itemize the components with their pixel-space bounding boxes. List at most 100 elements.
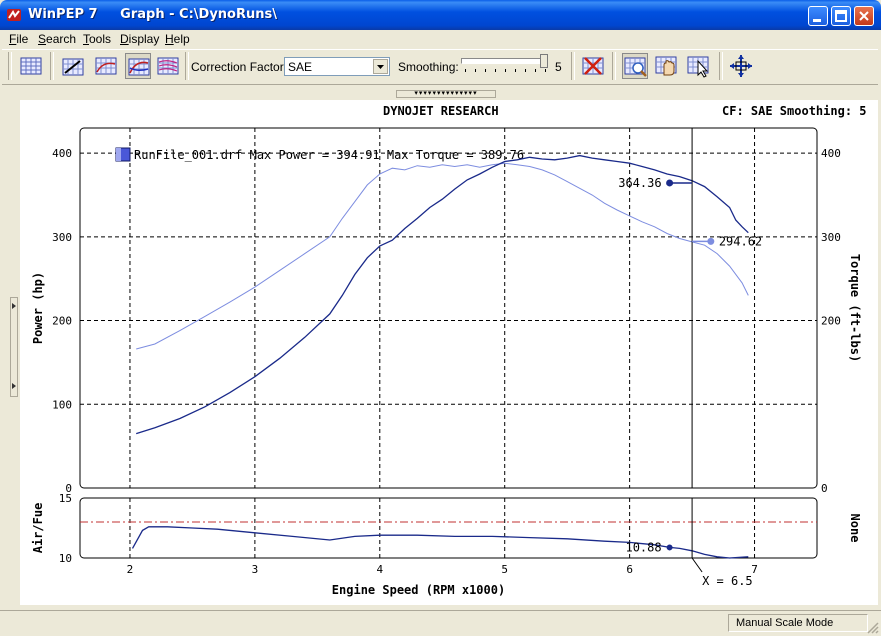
status-pane-mode: Manual Scale Mode: [728, 614, 868, 632]
dyno-chart[interactable]: 0100200300400020030040010152 3 4 5 6 7Power (…: [20, 100, 878, 605]
splitter-arrows-icon: [12, 303, 16, 389]
toolbar-grip[interactable]: [8, 52, 12, 80]
crosshair-icon: [730, 55, 752, 77]
menu-help-rest: elp: [173, 32, 190, 46]
menu-tools[interactable]: Tools: [83, 32, 111, 46]
maximize-button[interactable]: [831, 6, 851, 26]
legend-text: RunFile_001.drf Max Power = 394.91 Max T…: [134, 148, 524, 162]
status-bar: Manual Scale Mode: [0, 610, 881, 636]
menu-search-accel: S: [38, 32, 47, 46]
graph-multi-icon: [157, 57, 179, 75]
single-graph-button[interactable]: [93, 53, 119, 79]
correction-factor-value: SAE: [288, 60, 313, 74]
menu-search[interactable]: Search: [38, 32, 76, 46]
minimize-icon: [813, 19, 821, 22]
power-marker-label: 364.36: [618, 176, 661, 190]
afr-y-tick-label: 15: [59, 492, 72, 505]
smoothing-value: 5: [555, 60, 562, 74]
menu-tools-rest: ools: [89, 32, 112, 46]
menu-file[interactable]: File: [9, 32, 28, 46]
toolbar-separator: [185, 52, 189, 80]
menu-bar: File Search Tools Display Help: [0, 30, 881, 49]
slider-tick: [495, 69, 496, 72]
cursor-label-leader: [691, 557, 703, 573]
afr-y2-axis-label: None: [848, 514, 862, 543]
chevron-down-icon: [377, 65, 384, 69]
afr-marker: [666, 544, 673, 551]
y-tick-label: 100: [52, 398, 72, 411]
y-axis-label: Power (hp): [31, 272, 45, 344]
cursor-select-button[interactable]: [686, 53, 712, 79]
dropdown-arrow-button[interactable]: [373, 59, 388, 74]
menu-display-rest: isplay: [128, 32, 160, 46]
hand-icon: [655, 56, 677, 76]
graph-line-icon: [95, 57, 117, 75]
slider-tick: [525, 69, 526, 72]
y2-tick-label: 400: [821, 147, 841, 160]
toolbar-separator: [719, 52, 723, 80]
y2-tick-label: 300: [821, 231, 841, 244]
toolbar-separator: [50, 52, 54, 80]
toolbar: Correction Factor: SAE Smoothing: 5: [2, 49, 878, 85]
cursor-label: X = 6.5: [702, 574, 753, 588]
afr-y-tick-label: 10: [59, 552, 72, 565]
toolbar-separator: [571, 52, 575, 80]
menu-display-accel: D: [120, 32, 129, 46]
toolbar-collapse-tab[interactable]: ▾▾▾▾▾▾▾▾▾▾▾▾▾▾: [396, 90, 496, 98]
slider-tick: [505, 69, 506, 72]
delete-graph-icon: [582, 57, 604, 75]
resize-grip-icon[interactable]: [865, 620, 879, 634]
overlay-graph-button[interactable]: [125, 53, 151, 79]
multi-graph-button[interactable]: [155, 53, 181, 79]
correction-factor-label: Correction Factor:: [191, 60, 288, 74]
menu-display[interactable]: Display: [120, 32, 159, 46]
legend-swatch-highlight: [116, 148, 121, 161]
window-title: WinPEP 7 Graph - C:\DynoRuns\: [28, 7, 277, 22]
pan-button[interactable]: [654, 53, 680, 79]
scale-graph-button[interactable]: [60, 53, 86, 79]
left-panel-splitter[interactable]: [10, 297, 18, 397]
toolbar-separator: [612, 52, 616, 80]
correction-factor-select[interactable]: SAE: [284, 57, 390, 76]
slider-tick: [465, 69, 466, 72]
graph-area[interactable]: DYNOJET RESEARCH CF: SAE Smoothing: 5 01…: [20, 100, 878, 605]
slider-tick: [515, 69, 516, 72]
grid-icon: [20, 57, 42, 75]
y2-tick-label: 200: [821, 315, 841, 328]
scale-mode-status: Manual Scale Mode: [736, 617, 834, 629]
smoothing-label: Smoothing:: [398, 60, 459, 74]
slider-tick: [485, 69, 486, 72]
graph-overlay-icon: [128, 58, 150, 76]
y2-axis-label: Torque (ft-lbs): [848, 254, 862, 362]
menu-file-rest: ile: [16, 32, 29, 46]
zoom-icon: [624, 57, 647, 77]
menu-help-accel: H: [165, 32, 174, 46]
y-tick-label: 400: [52, 147, 72, 160]
torque-marker-label: 294.62: [719, 234, 762, 248]
close-button[interactable]: [854, 6, 874, 26]
delete-graph-button[interactable]: [580, 53, 606, 79]
x-tick-label: 5: [501, 563, 508, 576]
minimize-button[interactable]: [808, 6, 828, 26]
x-axis-label: Engine Speed (RPM x1000): [332, 583, 505, 597]
afr-marker-label: 10.88: [625, 540, 661, 554]
crosshair-button[interactable]: [728, 53, 754, 79]
y-tick-label: 200: [52, 315, 72, 328]
menu-search-rest: earch: [46, 32, 77, 46]
maximize-icon: [835, 10, 847, 22]
y-tick-label: 300: [52, 231, 72, 244]
zoom-button[interactable]: [622, 53, 648, 79]
smoothing-slider-track[interactable]: [461, 58, 547, 64]
menu-help[interactable]: Help: [165, 32, 190, 46]
slider-tick: [475, 69, 476, 72]
power-torque-plot-frame: [79, 127, 818, 489]
title-bar[interactable]: WinPEP 7 Graph - C:\DynoRuns\: [0, 0, 881, 30]
slider-tick: [545, 69, 546, 72]
smoothing-slider-thumb[interactable]: [540, 54, 548, 68]
grid-button[interactable]: [18, 53, 44, 79]
x-tick-label: 4: [376, 563, 383, 576]
afr-axis-label: Air/Fue: [31, 503, 45, 554]
y2-tick-label: 0: [821, 482, 828, 495]
pointer-icon: [687, 56, 709, 78]
winpep-app-icon[interactable]: [6, 7, 22, 23]
